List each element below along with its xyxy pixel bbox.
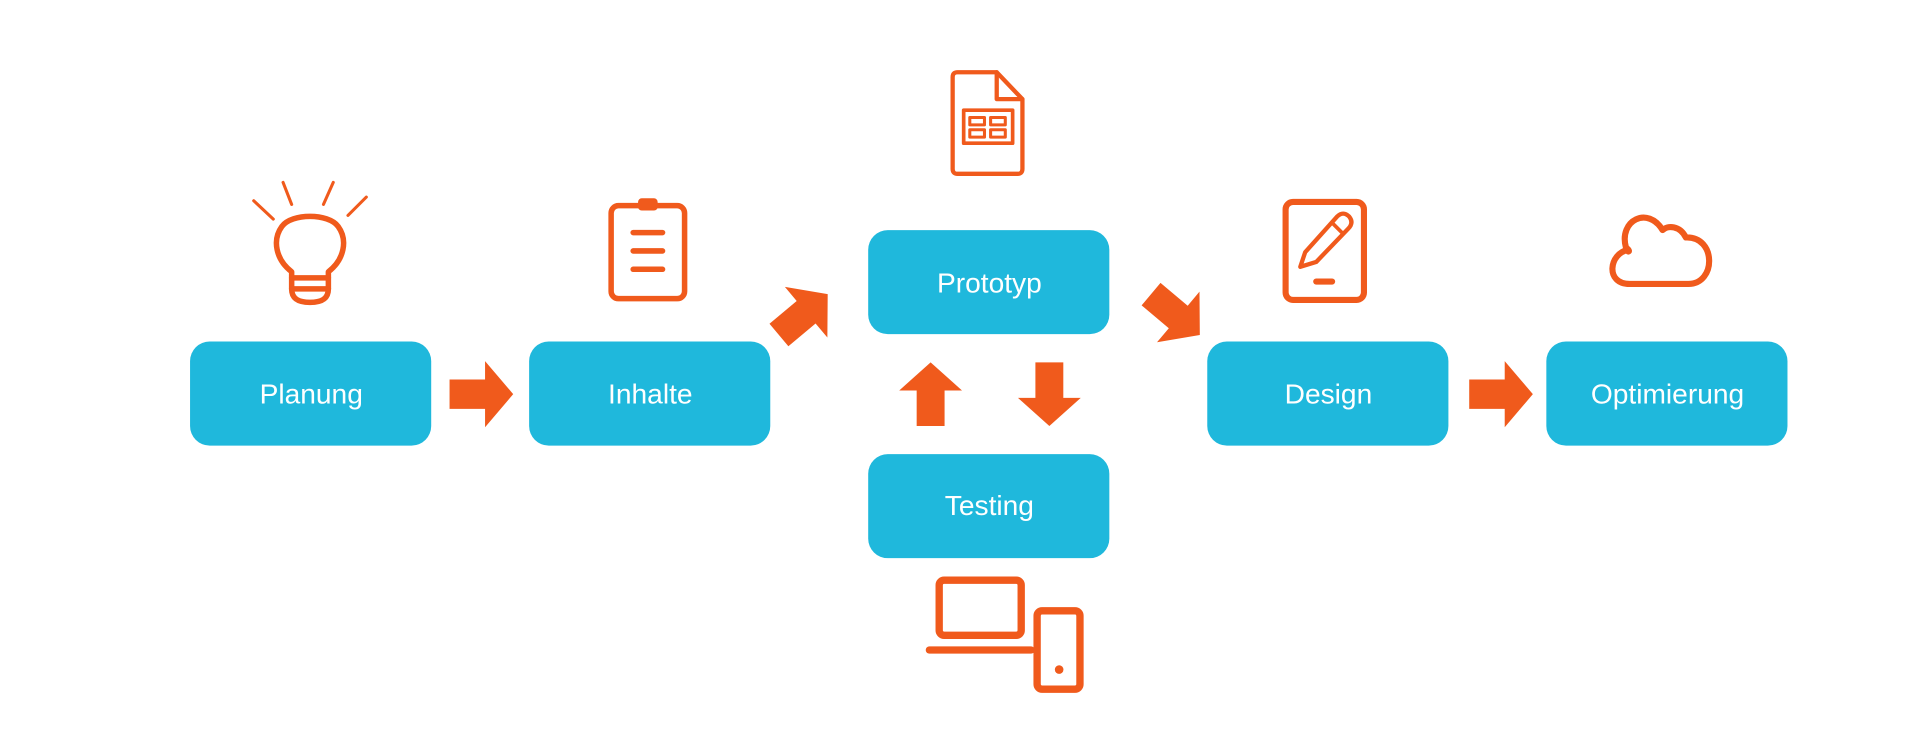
step-optimierung: Optimierung: [1546, 341, 1788, 446]
arrow-inhalte-to-prototyp: [757, 268, 849, 361]
step-testing: Testing: [868, 454, 1110, 559]
arrow-planung-to-inhalte: [449, 361, 514, 428]
arrow-prototyp-to-design: [1129, 268, 1222, 361]
step-planung: Planung: [190, 341, 432, 446]
step-label: Testing: [945, 490, 1034, 521]
step-label: Design: [1285, 379, 1373, 410]
wireframe-document-icon: [950, 70, 1025, 176]
lightbulb-icon: [252, 180, 368, 306]
step-inhalte: Inhalte: [529, 341, 771, 446]
step-label: Inhalte: [608, 379, 693, 410]
process-diagram: Planung Inhalte Prototyp Testing Design …: [190, 70, 1788, 693]
step-design: Design: [1207, 341, 1449, 446]
step-label: Prototyp: [937, 267, 1042, 298]
step-label: Optimierung: [1591, 379, 1744, 410]
step-label: Planung: [260, 379, 363, 410]
tablet-pen-icon: [1282, 198, 1368, 303]
laptop-phone-icon: [925, 576, 1084, 693]
step-prototyp: Prototyp: [868, 230, 1110, 335]
arrow-prototyp-to-testing: [1017, 362, 1081, 426]
clipboard-icon: [608, 198, 688, 302]
cloud-icon: [1609, 214, 1713, 288]
arrow-design-to-optimierung: [1469, 361, 1533, 428]
arrow-testing-to-prototyp: [899, 362, 963, 426]
